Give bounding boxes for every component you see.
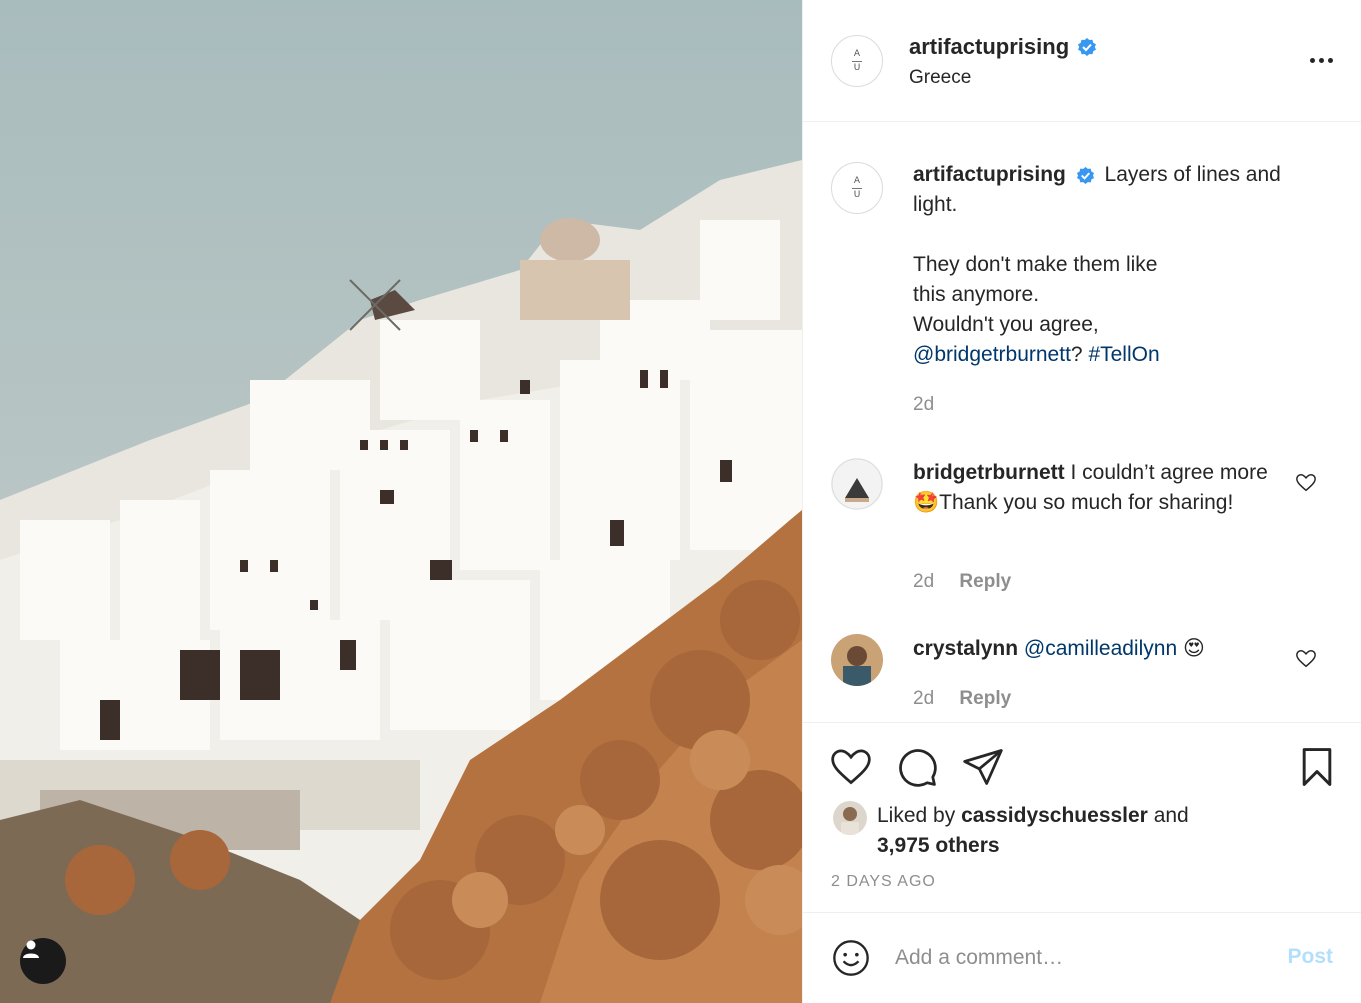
post-location[interactable]: Greece <box>909 67 971 89</box>
more-options-icon[interactable] <box>1306 50 1336 70</box>
profile-avatar[interactable]: A U <box>831 35 883 87</box>
avatar-letter-top: A <box>853 175 861 186</box>
caption-username[interactable]: artifactuprising <box>913 163 1066 186</box>
caption-line-3-text: Wouldn't you agree, <box>913 313 1099 336</box>
like-comment-heart-icon[interactable] <box>1295 472 1317 494</box>
likes-summary: Liked by cassidyschuessler and 3,975 oth… <box>877 801 1189 861</box>
heart-icon[interactable] <box>829 745 873 789</box>
santorini-photo <box>0 0 802 1003</box>
caption-hashtag[interactable]: #TellOn <box>1088 343 1159 366</box>
like-comment-heart-icon[interactable] <box>1295 648 1317 670</box>
caption-qmark: ? <box>1070 343 1083 366</box>
comment-time[interactable]: 2d <box>913 688 934 709</box>
comment-emoji: 🤩 <box>913 491 940 514</box>
post-date[interactable]: 2 DAYS AGO <box>831 873 936 891</box>
comment-meta: 2d Reply <box>913 688 1011 710</box>
post-side-panel: A U artifactuprising Greece A U artifact… <box>802 0 1361 1003</box>
comment-avatar[interactable] <box>831 634 883 686</box>
comment-text-part: I couldn’t agree more <box>1070 461 1268 484</box>
post-header: A U artifactuprising Greece <box>803 0 1361 122</box>
caption-text: artifactuprising Layers of lines and lig… <box>913 160 1293 370</box>
comment-input[interactable] <box>895 940 1255 976</box>
avatar-letter-top: A <box>853 48 861 59</box>
caption-avatar[interactable]: A U <box>831 162 883 214</box>
likes-and: and <box>1153 804 1189 827</box>
caption-time[interactable]: 2d <box>913 394 934 416</box>
smiley-icon[interactable] <box>831 938 871 978</box>
share-icon[interactable] <box>961 745 1005 789</box>
comment-avatar[interactable] <box>831 458 883 510</box>
avatar-letter-bottom: U <box>853 189 861 200</box>
comment-icon[interactable] <box>895 745 939 789</box>
post-photo[interactable] <box>0 0 802 1003</box>
caption-mention[interactable]: @bridgetrburnett <box>913 343 1071 366</box>
post-username[interactable]: artifactuprising <box>909 34 1069 60</box>
liker-avatar[interactable] <box>833 801 867 835</box>
post-button[interactable]: Post <box>1287 945 1333 969</box>
likes-prefix: Liked by <box>877 804 956 827</box>
likes-others-count[interactable]: 3,975 others <box>877 834 1000 857</box>
comment-username[interactable]: bridgetrburnett <box>913 461 1065 484</box>
user-tag-icon <box>23 940 39 958</box>
user-tag-button[interactable] <box>20 938 66 984</box>
comment-username[interactable]: crystalynn <box>913 637 1018 660</box>
add-comment-bar: Post <box>803 912 1361 1003</box>
verified-badge-icon <box>1078 38 1097 56</box>
comment-text: crystalynn @camilleadilynn 😍 <box>913 634 1293 664</box>
comment-text-part: Thank you so much for sharing! <box>939 491 1234 514</box>
avatar-letter-bottom: U <box>853 62 861 73</box>
caption-line-3: Wouldn't you agree, @bridgetrburnett? #T… <box>913 310 1293 370</box>
reply-button[interactable]: Reply <box>959 688 1011 709</box>
reply-button[interactable]: Reply <box>959 571 1011 592</box>
comment-text: bridgetrburnett I couldn’t agree more 🤩Th… <box>913 458 1293 518</box>
comment-meta: 2d Reply <box>913 571 1011 593</box>
verified-badge-icon <box>1076 166 1094 185</box>
caption-line-2: They don't make them like this anymore. <box>913 253 1158 306</box>
post-actions: Liked by cassidyschuessler and 3,975 oth… <box>803 722 1361 912</box>
bookmark-icon[interactable] <box>1295 745 1339 789</box>
comment-emoji: 😍 <box>1182 637 1205 660</box>
liker-username[interactable]: cassidyschuessler <box>961 804 1148 827</box>
comment-mention[interactable]: @camilleadilynn <box>1024 637 1177 660</box>
comment-time[interactable]: 2d <box>913 571 934 592</box>
comments-section: A U artifactuprising Layers of lines and… <box>803 122 1361 722</box>
